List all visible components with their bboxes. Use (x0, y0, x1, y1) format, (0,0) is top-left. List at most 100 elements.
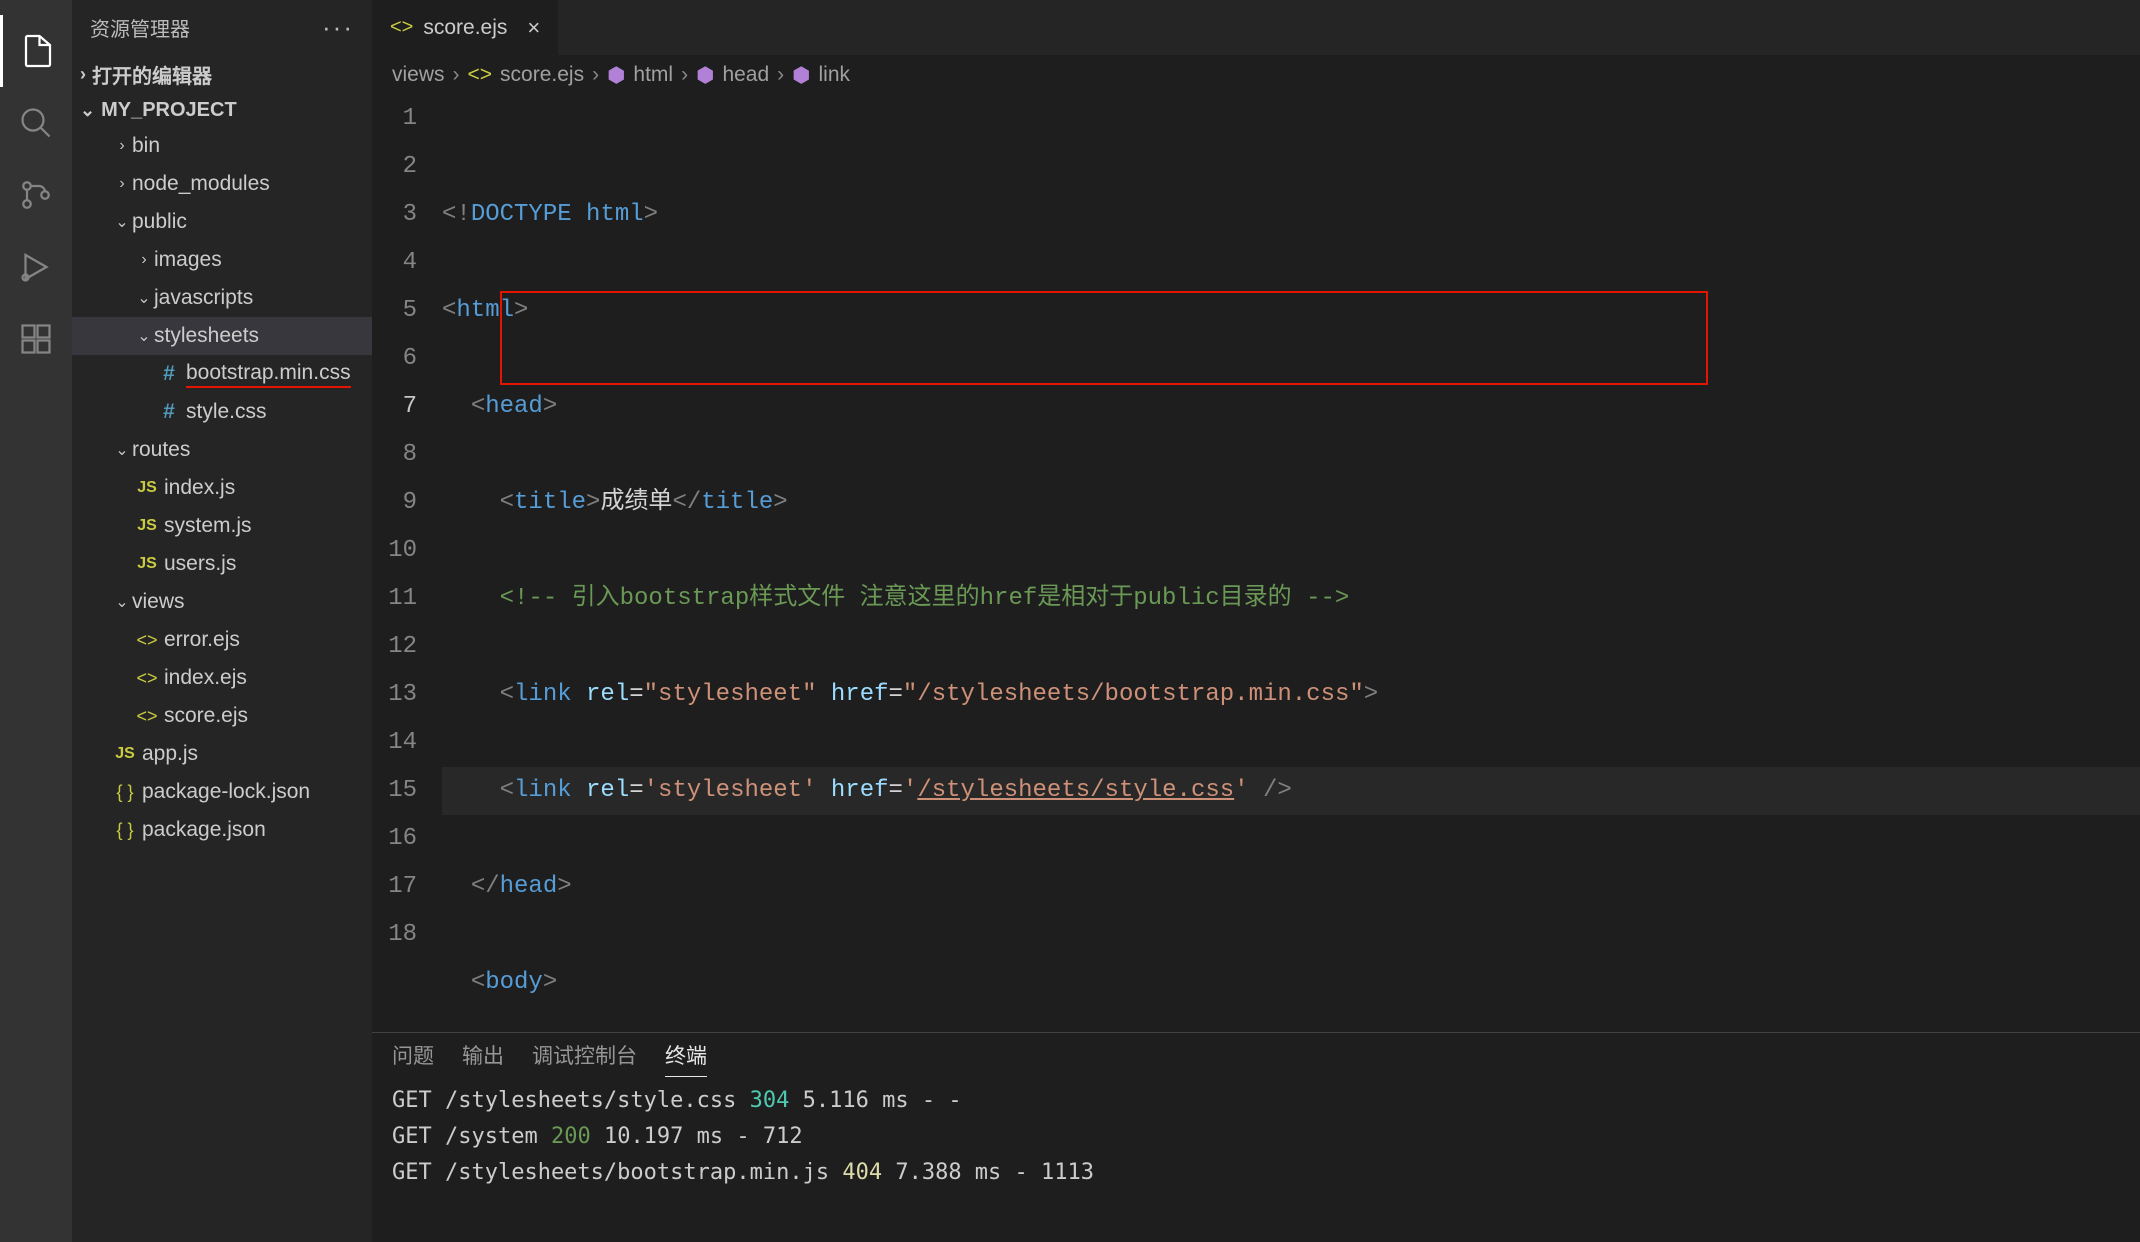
line-number: 5 (372, 287, 417, 335)
terminal-line: GET /system 200 10.197 ms - 712 (392, 1119, 2140, 1155)
line-number: 10 (372, 527, 417, 575)
file-type-icon: { } (112, 782, 138, 803)
file-type-icon: <> (134, 668, 160, 689)
file-item[interactable]: JSindex.js (72, 469, 372, 507)
folder-item[interactable]: ⌄views (72, 583, 372, 621)
chevron-right-icon: › (681, 63, 688, 87)
file-type-icon: # (156, 400, 182, 424)
file-item[interactable]: JSusers.js (72, 545, 372, 583)
folder-item[interactable]: ⌄routes (72, 431, 372, 469)
chevron-icon: › (112, 137, 132, 155)
line-number: 4 (372, 239, 417, 287)
line-number: 17 (372, 863, 417, 911)
breadcrumb-item[interactable]: score.ejs (500, 63, 584, 87)
file-item[interactable]: <>index.ejs (72, 659, 372, 697)
tab-score-ejs[interactable]: <> score.ejs × (372, 0, 558, 55)
chevron-icon: ⌄ (112, 212, 132, 232)
line-number: 13 (372, 671, 417, 719)
breadcrumb-item[interactable]: link (819, 63, 851, 87)
code-content[interactable]: <!DOCTYPE html> <html> <head> <title>成绩单… (442, 95, 2140, 1032)
chevron-right-icon: › (777, 63, 784, 87)
folder-item[interactable]: ⌄javascripts (72, 279, 372, 317)
tree-item-label: error.ejs (164, 628, 240, 652)
terminal-tab[interactable]: 输出 (462, 1040, 504, 1076)
file-item[interactable]: JSapp.js (72, 735, 372, 773)
tree-item-label: javascripts (154, 286, 253, 310)
folder-item[interactable]: ⌄stylesheets (72, 317, 372, 355)
file-item[interactable]: { }package-lock.json (72, 773, 372, 811)
tree-item-label: app.js (142, 742, 198, 766)
more-icon[interactable]: ··· (322, 12, 354, 43)
tree-item-label: index.js (164, 476, 235, 500)
open-editors-section[interactable]: › 打开的编辑器 (72, 55, 372, 94)
tree-item-label: package.json (142, 818, 266, 842)
file-item[interactable]: JSsystem.js (72, 507, 372, 545)
terminal-tab[interactable]: 调试控制台 (532, 1040, 637, 1076)
activity-bar (0, 0, 72, 1242)
chevron-icon: ⌄ (134, 326, 154, 346)
sidebar-title: 资源管理器 (90, 13, 190, 42)
breadcrumb-item[interactable]: head (722, 63, 769, 87)
file-type-icon: # (156, 362, 182, 386)
terminal-line: GET /stylesheets/bootstrap.min.js 404 7.… (392, 1155, 2140, 1191)
file-type-icon: JS (134, 479, 160, 497)
line-number: 12 (372, 623, 417, 671)
terminal-tab-bar: 问题输出调试控制台终端 (372, 1033, 2140, 1083)
file-tree: ›bin›node_modules⌄public›images⌄javascri… (72, 127, 372, 1242)
file-item[interactable]: <>score.ejs (72, 697, 372, 735)
debug-icon[interactable] (0, 231, 72, 303)
file-type-icon: <> (134, 630, 160, 651)
tree-item-label: index.ejs (164, 666, 247, 690)
folder-item[interactable]: ›bin (72, 127, 372, 165)
file-item[interactable]: #bootstrap.min.css (72, 355, 372, 393)
breadcrumb-item[interactable]: html (633, 63, 673, 87)
folder-item[interactable]: ›node_modules (72, 165, 372, 203)
tree-item-label: images (154, 248, 222, 272)
search-icon[interactable] (0, 87, 72, 159)
ejs-file-icon: <> (390, 16, 413, 39)
line-number: 16 (372, 815, 417, 863)
folder-item[interactable]: ⌄public (72, 203, 372, 241)
line-number: 6 (372, 335, 417, 383)
file-item[interactable]: { }package.json (72, 811, 372, 849)
line-number: 18 (372, 911, 417, 959)
line-number: 8 (372, 431, 417, 479)
explorer-icon[interactable] (0, 15, 72, 87)
file-item[interactable]: #style.css (72, 393, 372, 431)
symbol-icon: ⬢ (792, 63, 810, 88)
extensions-icon[interactable] (0, 303, 72, 375)
tree-item-label: views (132, 590, 185, 614)
source-control-icon[interactable] (0, 159, 72, 231)
file-type-icon: JS (134, 517, 160, 535)
folder-item[interactable]: ›images (72, 241, 372, 279)
explorer-sidebar: 资源管理器 ··· › 打开的编辑器 ⌄ MY_PROJECT ›bin›nod… (72, 0, 372, 1242)
tree-item-label: style.css (186, 400, 267, 424)
chevron-right-icon: › (80, 64, 86, 85)
file-type-icon: { } (112, 820, 138, 841)
editor-group: <> score.ejs × views › <> score.ejs › ⬢ … (372, 0, 2140, 1242)
line-number-gutter: 123456789101112131415161718 (372, 95, 442, 1032)
file-item[interactable]: <>error.ejs (72, 621, 372, 659)
project-section[interactable]: ⌄ MY_PROJECT (72, 94, 372, 127)
file-type-icon: JS (112, 745, 138, 763)
tree-item-label: users.js (164, 552, 236, 576)
line-number: 1 (372, 95, 417, 143)
close-icon[interactable]: × (527, 15, 540, 41)
section-label: 打开的编辑器 (92, 60, 212, 89)
terminal-tab[interactable]: 终端 (665, 1040, 707, 1077)
chevron-right-icon: › (592, 63, 599, 87)
file-type-icon: <> (134, 706, 160, 727)
file-type-icon: JS (134, 555, 160, 573)
breadcrumb-item[interactable]: views (392, 63, 445, 87)
code-editor[interactable]: 123456789101112131415161718 <!DOCTYPE ht… (372, 95, 2140, 1032)
line-number: 14 (372, 719, 417, 767)
chevron-right-icon: › (453, 63, 460, 87)
tree-item-label: routes (132, 438, 190, 462)
ejs-file-icon: <> (468, 63, 493, 87)
tree-item-label: stylesheets (154, 324, 259, 348)
line-number: 9 (372, 479, 417, 527)
terminal-output[interactable]: GET /stylesheets/style.css 304 5.116 ms … (372, 1083, 2140, 1242)
terminal-tab[interactable]: 问题 (392, 1040, 434, 1076)
breadcrumbs[interactable]: views › <> score.ejs › ⬢ html › ⬢ head ›… (372, 55, 2140, 95)
chevron-icon: › (134, 251, 154, 269)
